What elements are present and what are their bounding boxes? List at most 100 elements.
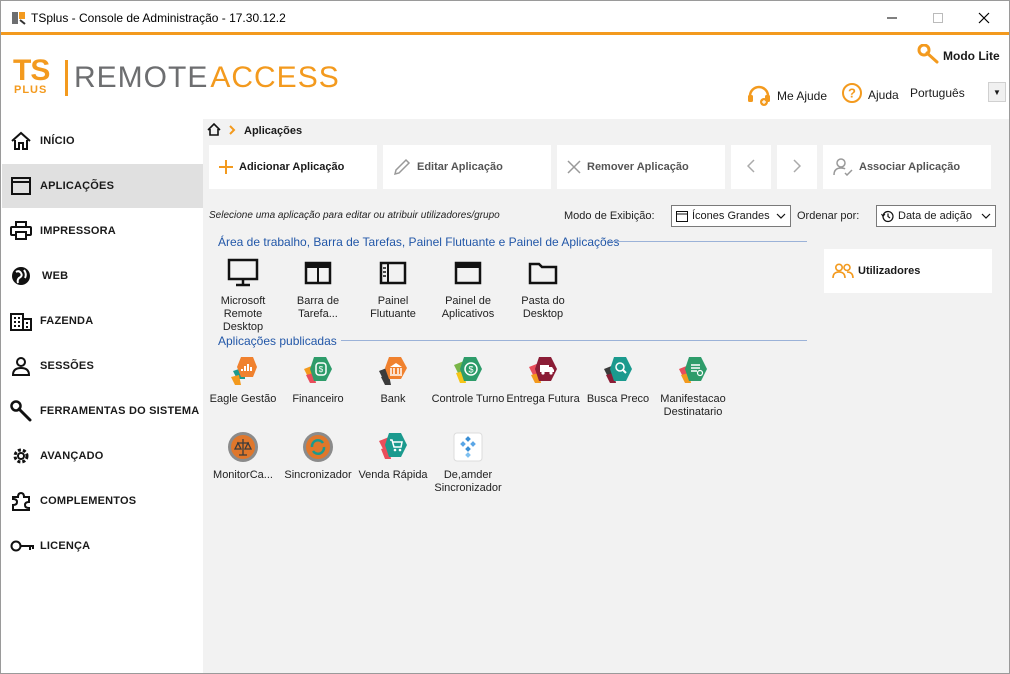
sidebar-item-ferramentas[interactable]: FERRAMENTAS DO SISTEMA xyxy=(2,389,203,433)
chevron-left-icon xyxy=(746,158,755,176)
user-icon xyxy=(10,355,32,377)
assign-application-button[interactable]: Associar Aplicação xyxy=(823,145,991,189)
sidebar-item-licenca[interactable]: LICENÇA xyxy=(2,524,203,568)
entrega-futura-icon xyxy=(527,355,559,387)
group-divider xyxy=(341,340,807,341)
header: TS PLUS REMOTE ACCESS Modo Lite Me Ajude… xyxy=(1,38,1009,116)
svg-text:$: $ xyxy=(319,365,324,374)
minimize-button[interactable] xyxy=(869,1,915,35)
folder-icon xyxy=(527,257,559,289)
key-icon xyxy=(10,535,36,557)
ajuda-button[interactable]: ? Ajuda xyxy=(841,82,899,107)
maximize-button[interactable] xyxy=(915,1,961,35)
svg-text:$: $ xyxy=(468,365,473,375)
language-select[interactable]: Português xyxy=(910,86,965,100)
sidebar-item-inicio[interactable]: INÍCIO xyxy=(2,119,203,163)
monitor-icon xyxy=(227,257,259,289)
title-bar: TSplus - Console de Administração - 17.3… xyxy=(1,1,1009,35)
sort-select[interactable]: Data de adição xyxy=(876,205,996,227)
sidebar-item-impressora[interactable]: IMPRESSORA xyxy=(2,209,203,253)
chevron-right-icon xyxy=(793,158,802,176)
app-item-entrega-futura[interactable]: Entrega Futura xyxy=(505,355,581,406)
add-application-button[interactable]: Adicionar Aplicação xyxy=(209,145,377,189)
app-panel-icon xyxy=(452,257,484,289)
puzzle-icon xyxy=(10,490,32,512)
app-item-monitor-caixa[interactable]: MonitorCa... xyxy=(205,431,281,482)
building-icon xyxy=(10,310,32,332)
app-item-painel-de-aplicativos[interactable]: Painel de Aplicativos xyxy=(430,257,506,321)
wrench-icon xyxy=(917,43,939,67)
breadcrumb-current: Aplicações xyxy=(244,125,303,137)
chevron-down-icon xyxy=(776,210,786,225)
pencil-icon xyxy=(393,158,411,176)
modo-lite-button[interactable]: Modo Lite xyxy=(917,43,1000,67)
chevron-down-icon: ▼ xyxy=(993,87,1001,97)
globe-icon xyxy=(10,265,32,287)
sidebar-item-aplicacoes[interactable]: APLICAÇÕES xyxy=(2,164,203,208)
app-item-demander-sincronizador[interactable]: De,amder Sincronizador xyxy=(430,431,506,495)
manifestacao-icon xyxy=(677,355,709,387)
sidebar-item-complementos[interactable]: COMPLEMENTOS xyxy=(2,479,203,523)
app-item-financeiro[interactable]: $ Financeiro xyxy=(280,355,356,406)
x-icon xyxy=(567,160,581,174)
home-icon xyxy=(10,130,32,152)
financeiro-icon: $ xyxy=(302,355,334,387)
monitor-caixa-icon xyxy=(227,431,259,463)
app-item-venda-rapida[interactable]: Venda Rápida xyxy=(355,431,431,482)
bank-icon xyxy=(377,355,409,387)
language-dropdown-button[interactable]: ▼ xyxy=(988,82,1006,102)
gear-icon xyxy=(10,445,32,467)
app-item-manifestacao-destinatario[interactable]: Manifestacao Destinatario xyxy=(655,355,731,419)
main-content: Aplicações Adicionar Aplicação Editar Ap… xyxy=(203,119,1009,673)
select-hint-text: Selecione uma aplicação para editar ou a… xyxy=(209,210,500,221)
app-item-pasta-do-desktop[interactable]: Pasta do Desktop xyxy=(505,257,581,321)
wrench-icon xyxy=(10,400,32,422)
controle-turno-icon: $ xyxy=(452,355,484,387)
app-item-sincronizador[interactable]: Sincronizador xyxy=(280,431,356,482)
svg-text:?: ? xyxy=(848,86,856,101)
move-right-button[interactable] xyxy=(777,145,817,189)
me-ajude-button[interactable]: Me Ajude xyxy=(746,82,827,109)
desktop-group-title: Área de trabalho, Barra de Tarefas, Pain… xyxy=(218,235,620,249)
chevron-right-icon xyxy=(229,124,236,138)
app-item-controle-turno[interactable]: $ Controle Turno xyxy=(430,355,506,406)
view-mode-select[interactable]: Ícones Grandes xyxy=(671,205,791,227)
headset-icon xyxy=(746,82,772,109)
move-left-button[interactable] xyxy=(731,145,771,189)
demander-icon xyxy=(452,431,484,463)
sidebar-item-avancado[interactable]: AVANÇADO xyxy=(2,434,203,478)
view-mode-label: Modo de Exibição: xyxy=(564,210,655,222)
taskbar-icon xyxy=(302,257,334,289)
sidebar-item-sessoes[interactable]: SESSÕES xyxy=(2,344,203,388)
group-divider xyxy=(609,241,807,242)
breadcrumb: Aplicações xyxy=(207,122,303,139)
venda-rapida-icon xyxy=(377,431,409,463)
remove-application-button[interactable]: Remover Aplicação xyxy=(557,145,725,189)
close-button[interactable] xyxy=(961,1,1007,35)
chevron-down-icon xyxy=(981,210,991,225)
app-item-eagle-gestao[interactable]: Eagle Gestão xyxy=(205,355,281,406)
users-panel[interactable]: Utilizadores xyxy=(824,249,992,293)
tsplus-remote-access-logo: TS PLUS REMOTE ACCESS xyxy=(13,54,340,96)
help-circle-icon: ? xyxy=(841,82,863,107)
app-item-barra-de-tarefa[interactable]: Barra de Tarefa... xyxy=(280,257,356,321)
window-title: TSplus - Console de Administração - 17.3… xyxy=(31,11,286,25)
app-item-busca-preco[interactable]: Busca Preco xyxy=(580,355,656,406)
floating-panel-icon xyxy=(377,257,409,289)
sort-label: Ordenar por: xyxy=(797,210,860,222)
home-icon[interactable] xyxy=(207,122,221,139)
window-icon xyxy=(10,175,32,197)
app-item-microsoft-remote-desktop[interactable]: Microsoft Remote Desktop xyxy=(205,257,281,334)
app-item-bank[interactable]: Bank xyxy=(355,355,431,406)
plus-icon xyxy=(219,160,233,174)
app-window: TSplus - Console de Administração - 17.3… xyxy=(0,0,1010,674)
sidebar-item-web[interactable]: WEB xyxy=(2,254,203,298)
edit-application-button[interactable]: Editar Aplicação xyxy=(383,145,551,189)
published-group-title: Aplicações publicadas xyxy=(218,334,337,348)
app-item-painel-flutuante[interactable]: Painel Flutuante xyxy=(355,257,431,321)
tsplus-app-icon xyxy=(11,10,27,26)
sidebar-item-fazenda[interactable]: FAZENDA xyxy=(2,299,203,343)
assign-user-icon xyxy=(833,158,853,176)
users-icon xyxy=(832,263,854,279)
eagle-gestao-icon xyxy=(227,355,259,387)
